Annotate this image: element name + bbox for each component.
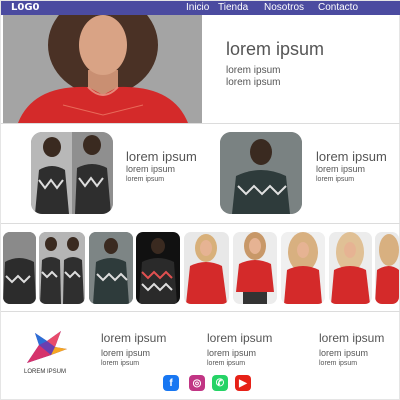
feature-line-1: lorem ipsum bbox=[126, 164, 176, 174]
feature-text-1: lorem ipsum lorem ipsum lorem ipsum bbox=[126, 149, 197, 185]
feature-title: lorem ipsum bbox=[316, 149, 387, 164]
facebook-icon[interactable]: f bbox=[163, 375, 179, 391]
footer-column-1: lorem ipsum lorem ipsum lorem ipsum bbox=[101, 331, 166, 369]
nav-link-nosotros[interactable]: Nosotros bbox=[264, 2, 304, 14]
hero-line-1: lorem ipsum bbox=[226, 65, 281, 76]
hero-model-image bbox=[3, 15, 202, 123]
feature-image-2 bbox=[220, 132, 302, 214]
feature-title: lorem ipsum bbox=[126, 149, 197, 164]
footer-column-title: lorem ipsum bbox=[207, 331, 273, 345]
footer-column-line-1: lorem ipsum bbox=[319, 348, 369, 358]
footer-column-3: lorem ipsum lorem ipsum lorem ipsum bbox=[319, 331, 384, 369]
site-logo[interactable]: L0G0 bbox=[11, 2, 40, 13]
youtube-icon[interactable]: ▶ bbox=[235, 375, 251, 391]
gallery-image[interactable] bbox=[136, 232, 180, 304]
gallery-image[interactable] bbox=[184, 232, 229, 304]
gallery-image[interactable] bbox=[329, 232, 372, 304]
footer-logo[interactable]: LOREM IPSUM bbox=[21, 327, 69, 379]
feature-line-2: lorem ipsum bbox=[126, 176, 165, 183]
feature-line-2: lorem ipsum bbox=[316, 176, 355, 183]
feature-text-2: lorem ipsum lorem ipsum lorem ipsum bbox=[316, 149, 387, 185]
footer-column-title: lorem ipsum bbox=[319, 331, 385, 345]
divider bbox=[1, 223, 400, 224]
gallery-image[interactable] bbox=[375, 232, 399, 304]
bird-icon bbox=[27, 331, 67, 363]
gallery-image[interactable] bbox=[281, 232, 325, 304]
footer-column-line-1: lorem ipsum bbox=[207, 348, 257, 358]
hero-line-2: lorem ipsum bbox=[226, 77, 281, 88]
landing-page: L0G0 Inicio Tienda Nosotros Contacto lor… bbox=[0, 0, 400, 400]
footer-column-line-2: lorem ipsum bbox=[319, 360, 358, 367]
instagram-icon[interactable]: ◎ bbox=[189, 375, 205, 391]
divider bbox=[1, 123, 400, 124]
gallery-image[interactable] bbox=[89, 232, 133, 304]
footer-column-line-2: lorem ipsum bbox=[101, 360, 140, 367]
hero-title: lorem ipsum bbox=[226, 39, 325, 59]
divider bbox=[1, 311, 400, 312]
gallery-image[interactable] bbox=[3, 232, 36, 304]
gallery-image[interactable] bbox=[39, 232, 85, 304]
nav-link-inicio[interactable]: Inicio bbox=[186, 2, 209, 14]
feature-image-1 bbox=[31, 132, 113, 214]
footer-brand-label: LOREM IPSUM bbox=[23, 369, 66, 375]
footer-column-title: lorem ipsum bbox=[101, 331, 167, 345]
nav-link-tienda[interactable]: Tienda bbox=[218, 2, 248, 14]
footer-column-line-2: lorem ipsum bbox=[207, 360, 246, 367]
gallery-image[interactable] bbox=[233, 232, 277, 304]
footer-column-2: lorem ipsum lorem ipsum lorem ipsum bbox=[207, 331, 272, 369]
hero-text-block: lorem ipsum lorem ipsum lorem ipsum bbox=[226, 39, 324, 89]
whatsapp-icon[interactable]: ✆ bbox=[212, 375, 228, 391]
nav-link-contacto[interactable]: Contacto bbox=[318, 2, 358, 14]
top-navbar: L0G0 Inicio Tienda Nosotros Contacto bbox=[1, 1, 400, 15]
footer-column-line-1: lorem ipsum bbox=[101, 348, 151, 358]
feature-line-1: lorem ipsum bbox=[316, 164, 366, 174]
